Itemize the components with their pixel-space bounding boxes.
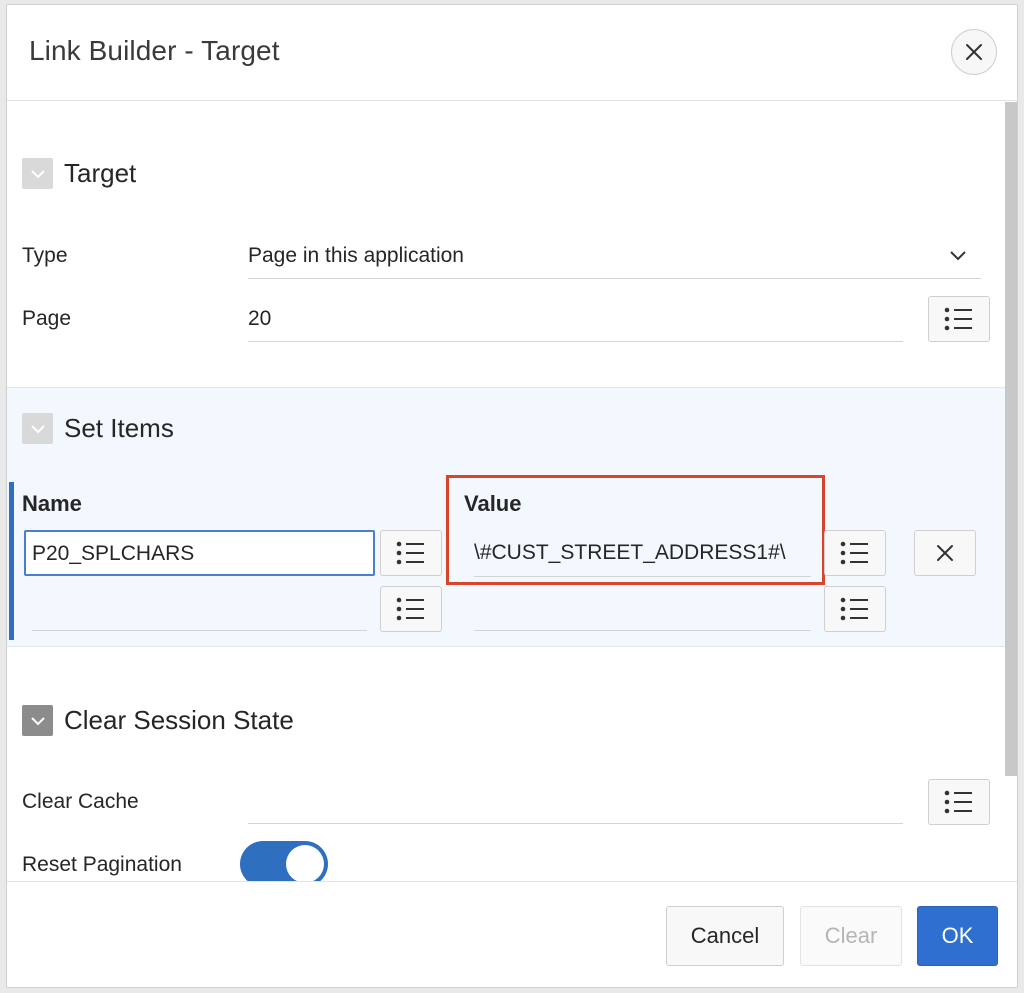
type-label: Type (22, 244, 68, 267)
clear-button[interactable]: Clear (800, 906, 902, 966)
target-section-title: Target (64, 158, 137, 188)
clear-session-section-title: Clear Session State (64, 705, 294, 735)
page-list-button[interactable] (928, 296, 990, 342)
list-icon (840, 541, 868, 565)
active-row-indicator (9, 482, 14, 640)
dialog-header: Link Builder - Target (7, 5, 1017, 101)
ok-button[interactable]: OK (917, 906, 998, 966)
reset-pagination-label: Reset Pagination (22, 853, 182, 876)
list-icon (396, 597, 424, 621)
chevron-down-icon[interactable] (22, 413, 53, 444)
scrollbar[interactable] (1005, 102, 1017, 776)
clear-cache-label: Clear Cache (22, 790, 139, 813)
set-items-section-header[interactable]: Set Items (22, 413, 174, 444)
toggle-knob (286, 845, 324, 883)
name-column-header: Name (22, 491, 82, 516)
chevron-down-icon[interactable] (22, 158, 53, 189)
item-name-list-button-2[interactable] (380, 586, 442, 632)
page-input-underline (248, 341, 903, 342)
item-value-input[interactable]: \#CUST_STREET_ADDRESS1#\ (474, 541, 786, 565)
dialog-title: Link Builder - Target (29, 35, 280, 66)
clear-cache-underline (248, 823, 903, 824)
list-icon (840, 597, 868, 621)
link-builder-dialog: Link Builder - Target Target Type Page i… (6, 4, 1018, 988)
page-input[interactable]: 20 (248, 307, 271, 331)
close-button[interactable] (951, 29, 997, 75)
target-section-header[interactable]: Target (22, 158, 136, 189)
item-value-list-button-2[interactable] (824, 586, 886, 632)
close-icon (937, 545, 953, 561)
item-value-list-button[interactable] (824, 530, 886, 576)
list-icon (944, 307, 972, 331)
item-name-input[interactable]: P20_SPLCHARS (24, 530, 375, 576)
list-icon (944, 790, 972, 814)
item-name-underline-2 (32, 630, 367, 631)
set-items-section-title: Set Items (64, 413, 174, 443)
chevron-down-icon[interactable] (949, 250, 967, 262)
list-icon (396, 541, 424, 565)
item-name-list-button[interactable] (380, 530, 442, 576)
item-value-underline-2 (474, 630, 811, 631)
value-column-header: Value (464, 491, 522, 516)
page-label: Page (22, 307, 72, 330)
type-select[interactable]: Page in this application (248, 244, 464, 268)
type-select-underline (248, 278, 981, 279)
remove-row-button[interactable] (914, 530, 976, 576)
item-value-underline (474, 576, 811, 577)
clear-cache-list-button[interactable] (928, 779, 990, 825)
cancel-button[interactable]: Cancel (666, 906, 784, 966)
close-icon (966, 44, 982, 60)
clear-session-section-header[interactable]: Clear Session State (22, 705, 294, 736)
chevron-down-icon[interactable] (22, 705, 53, 736)
